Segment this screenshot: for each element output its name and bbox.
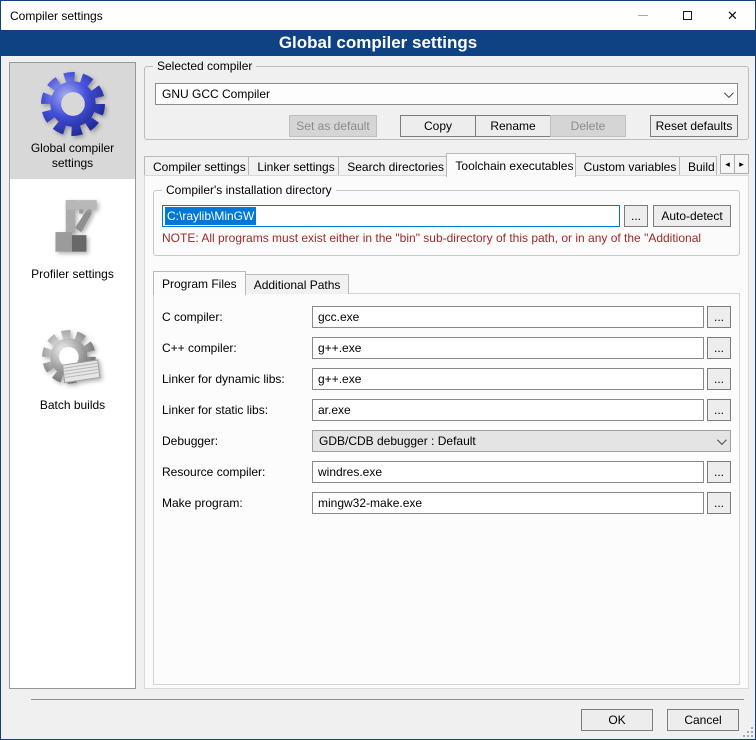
c-compiler-input[interactable]: gcc.exe <box>312 306 704 328</box>
gray-gear-stack-icon <box>14 328 131 394</box>
tab-additional-paths[interactable]: Additional Paths <box>245 274 350 294</box>
sidebar-item-label: Global compiler settings <box>14 141 131 171</box>
toolchain-executables-page: Compiler's installation directory C:\ray… <box>144 175 749 689</box>
dialog-content: Global compiler settings Profiler settin… <box>1 56 755 739</box>
cpp-compiler-browse-button[interactable]: ... <box>707 337 731 359</box>
make-program-browse-button[interactable]: ... <box>707 492 731 514</box>
titlebar: Compiler settings ✕ <box>1 1 755 30</box>
field-label: Resource compiler: <box>162 465 312 479</box>
tab-scroll-controls: ◂ ▸ <box>721 154 749 174</box>
field-value: gcc.exe <box>318 310 359 324</box>
resource-compiler-input[interactable]: windres.exe <box>312 461 704 483</box>
cancel-button[interactable]: Cancel <box>667 709 739 731</box>
resource-compiler-browse-button[interactable]: ... <box>707 461 731 483</box>
main-panel: Selected compiler GNU GCC Compiler Set a… <box>144 62 749 689</box>
installation-directory-input[interactable]: C:\raylib\MinGW <box>162 205 620 227</box>
make-program-input[interactable]: mingw32-make.exe <box>312 492 704 514</box>
ok-button[interactable]: OK <box>581 709 653 731</box>
c-compiler-browse-button[interactable]: ... <box>707 306 731 328</box>
compiler-actions: Set as default Copy Rename Delete Reset … <box>289 115 738 137</box>
rename-button[interactable]: Rename <box>475 115 551 137</box>
window-controls: ✕ <box>620 1 755 30</box>
installation-directory-group: Compiler's installation directory C:\ray… <box>153 190 740 256</box>
minimize-button[interactable] <box>620 1 665 30</box>
minimize-icon <box>638 15 648 16</box>
delete-button: Delete <box>550 115 626 137</box>
field-value: GDB/CDB debugger : Default <box>319 434 476 448</box>
dialog-actions: OK Cancel <box>581 709 739 731</box>
tab-compiler-settings[interactable]: Compiler settings <box>144 156 249 176</box>
tab-search-directories[interactable]: Search directories <box>338 156 447 176</box>
field-value: mingw32-make.exe <box>318 496 422 510</box>
selected-compiler-group: Selected compiler GNU GCC Compiler Set a… <box>144 66 749 140</box>
reset-defaults-button[interactable]: Reset defaults <box>650 115 738 137</box>
installation-directory-row: C:\raylib\MinGW ... Auto-detect <box>162 205 731 227</box>
program-files-page: C compiler: gcc.exe ... C++ compiler: g+… <box>153 293 740 685</box>
field-value: g++.exe <box>318 341 361 355</box>
settings-tabbar: Compiler settings Linker settings Search… <box>144 154 749 176</box>
maximize-icon <box>683 11 692 20</box>
footer-divider <box>31 699 744 700</box>
sidebar-item-label: Batch builds <box>14 398 131 413</box>
caliper-icon <box>14 197 131 263</box>
window-title: Compiler settings <box>1 9 103 23</box>
field-row-static-linker: Linker for static libs: ar.exe ... <box>162 399 731 421</box>
dynamic-linker-browse-button[interactable]: ... <box>707 368 731 390</box>
field-row-cpp-compiler: C++ compiler: g++.exe ... <box>162 337 731 359</box>
field-value: windres.exe <box>318 465 382 479</box>
field-value: ar.exe <box>318 403 351 417</box>
close-icon: ✕ <box>727 9 738 22</box>
tab-linker-settings[interactable]: Linker settings <box>248 156 339 176</box>
field-label: Make program: <box>162 496 312 510</box>
sidebar-item-label: Profiler settings <box>14 267 131 282</box>
chevron-down-icon <box>717 435 727 445</box>
field-label: Linker for dynamic libs: <box>162 372 312 386</box>
tab-scroll-right-button[interactable]: ▸ <box>734 154 749 174</box>
field-row-c-compiler: C compiler: gcc.exe ... <box>162 306 731 328</box>
dynamic-linker-input[interactable]: g++.exe <box>312 368 704 390</box>
field-row-debugger: Debugger: GDB/CDB debugger : Default <box>162 430 731 452</box>
tab-custom-variables[interactable]: Custom variables <box>575 156 680 176</box>
chevron-down-icon <box>724 88 734 98</box>
maximize-button[interactable] <box>665 1 710 30</box>
static-linker-browse-button[interactable]: ... <box>707 399 731 421</box>
sidebar-item-global-compiler-settings[interactable]: Global compiler settings <box>10 63 135 179</box>
field-row-dynamic-linker: Linker for dynamic libs: g++.exe ... <box>162 368 731 390</box>
blue-gear-icon <box>14 71 131 137</box>
field-label: Debugger: <box>162 434 312 448</box>
static-linker-input[interactable]: ar.exe <box>312 399 704 421</box>
field-value: g++.exe <box>318 372 361 386</box>
dialog-header: Global compiler settings <box>1 30 755 56</box>
auto-detect-button[interactable]: Auto-detect <box>653 205 731 227</box>
close-button[interactable]: ✕ <box>710 1 755 30</box>
selected-compiler-group-label: Selected compiler <box>153 59 256 73</box>
selected-compiler-dropdown[interactable]: GNU GCC Compiler <box>155 83 738 105</box>
debugger-dropdown[interactable]: GDB/CDB debugger : Default <box>312 430 731 452</box>
page-title: Global compiler settings <box>279 33 477 53</box>
installation-directory-group-label: Compiler's installation directory <box>162 183 336 197</box>
settings-category-list: Global compiler settings Profiler settin… <box>9 62 136 689</box>
program-files-tabbar: Program Files Additional Paths <box>153 272 740 294</box>
field-row-resource-compiler: Resource compiler: windres.exe ... <box>162 461 731 483</box>
tab-program-files[interactable]: Program Files <box>153 271 246 295</box>
tab-scroll-left-button[interactable]: ◂ <box>720 154 735 174</box>
resize-grip[interactable] <box>742 726 753 737</box>
field-label: C compiler: <box>162 310 312 324</box>
installation-directory-browse-button[interactable]: ... <box>624 205 648 227</box>
installation-directory-value: C:\raylib\MinGW <box>165 207 256 225</box>
installation-note-text: NOTE: All programs must exist either in … <box>162 231 735 245</box>
tab-build-options[interactable]: Build <box>679 156 717 176</box>
cpp-compiler-input[interactable]: g++.exe <box>312 337 704 359</box>
sidebar-item-profiler-settings[interactable]: Profiler settings <box>10 189 135 290</box>
compiler-settings-dialog: Compiler settings ✕ Global compiler sett… <box>0 0 756 740</box>
field-row-make-program: Make program: mingw32-make.exe ... <box>162 492 731 514</box>
copy-button[interactable]: Copy <box>400 115 476 137</box>
tab-toolchain-executables[interactable]: Toolchain executables <box>446 153 575 177</box>
set-as-default-button: Set as default <box>289 115 377 137</box>
field-label: Linker for static libs: <box>162 403 312 417</box>
sidebar-item-batch-builds[interactable]: Batch builds <box>10 320 135 421</box>
selected-compiler-value: GNU GCC Compiler <box>162 87 270 101</box>
field-label: C++ compiler: <box>162 341 312 355</box>
